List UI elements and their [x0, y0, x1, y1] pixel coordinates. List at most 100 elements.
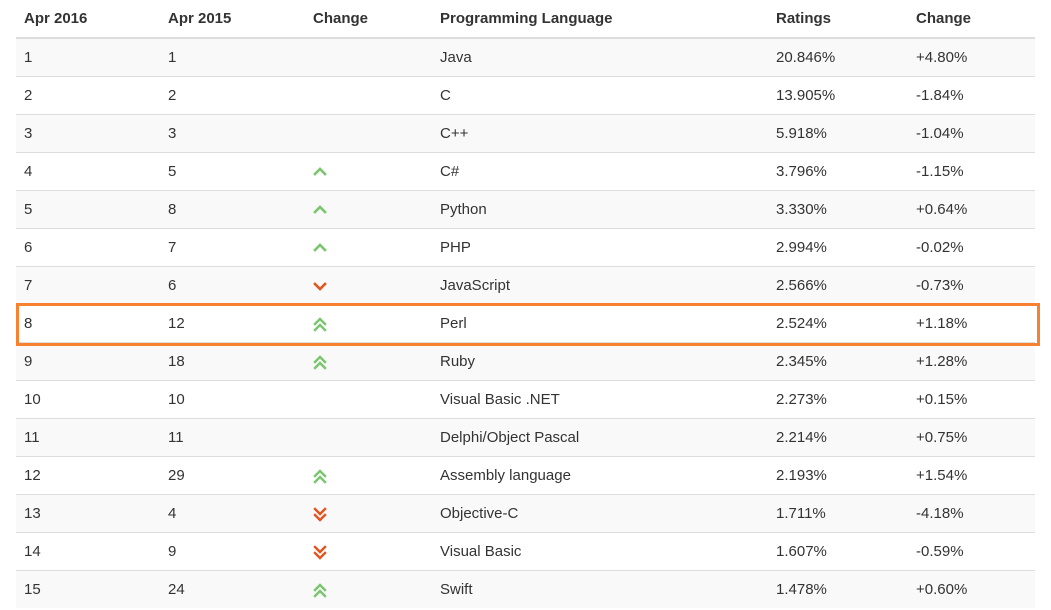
- language-ranking-table: Apr 2016 Apr 2015 Change Programming Lan…: [16, 0, 1035, 608]
- rating-cell: 13.905%: [768, 76, 908, 115]
- col-header-change-trend[interactable]: Change: [305, 0, 432, 39]
- table-row[interactable]: 7 6 JavaScript 2.566% -0.73%: [16, 266, 1035, 305]
- rank-2016-cell: 3: [16, 114, 160, 153]
- trend-cell: [305, 76, 432, 115]
- rating-cell: 2.193%: [768, 456, 908, 495]
- language-cell: C++: [432, 114, 768, 153]
- chevron-down-icon: [313, 282, 327, 291]
- rank-2016-cell: 14: [16, 532, 160, 571]
- rank-2015-cell: 9: [160, 532, 305, 571]
- col-header-apr-2015[interactable]: Apr 2015: [160, 0, 305, 39]
- table-row-highlighted[interactable]: 8 12 Perl 2.524% +1.18%: [16, 304, 1035, 343]
- rating-cell: 2.214%: [768, 418, 908, 457]
- trend-cell: [305, 228, 432, 267]
- rank-2016-cell: 4: [16, 152, 160, 191]
- rank-2015-cell: 12: [160, 304, 305, 343]
- language-cell: Java: [432, 37, 768, 77]
- rating-cell: 3.796%: [768, 152, 908, 191]
- rating-cell: 20.846%: [768, 37, 908, 77]
- table-row[interactable]: 13 4 Objective-C 1.711% -4.18%: [16, 494, 1035, 533]
- table-row[interactable]: 3 3 C++ 5.918% -1.04%: [16, 114, 1035, 153]
- trend-cell: [305, 342, 432, 381]
- change-cell: +0.15%: [908, 380, 1035, 419]
- rank-2016-cell: 1: [16, 37, 160, 77]
- rank-2015-cell: 1: [160, 37, 305, 77]
- rank-2015-cell: 5: [160, 152, 305, 191]
- rank-2016-cell: 11: [16, 418, 160, 457]
- double-chevron-down-icon: [313, 545, 327, 560]
- double-chevron-up-icon: [313, 355, 327, 370]
- table-row[interactable]: 15 24 Swift 1.478% +0.60%: [16, 570, 1035, 608]
- trend-cell: [305, 570, 432, 608]
- double-chevron-down-icon: [313, 507, 327, 522]
- trend-cell: [305, 304, 432, 343]
- language-cell: Python: [432, 190, 768, 229]
- rank-2015-cell: 7: [160, 228, 305, 267]
- language-cell: Delphi/Object Pascal: [432, 418, 768, 457]
- table-body: 1 1 Java 20.846% +4.80% 2 2 C 13.905% -1…: [16, 37, 1035, 608]
- change-cell: -4.18%: [908, 494, 1035, 533]
- table-row[interactable]: 11 11 Delphi/Object Pascal 2.214% +0.75%: [16, 418, 1035, 457]
- change-cell: +1.54%: [908, 456, 1035, 495]
- double-chevron-up-icon: [313, 583, 327, 598]
- language-cell: Visual Basic: [432, 532, 768, 571]
- change-cell: +0.60%: [908, 570, 1035, 608]
- header-row: Apr 2016 Apr 2015 Change Programming Lan…: [16, 0, 1035, 39]
- trend-cell: [305, 37, 432, 77]
- trend-cell: [305, 456, 432, 495]
- table-row[interactable]: 4 5 C# 3.796% -1.15%: [16, 152, 1035, 191]
- chevron-up-icon: [313, 243, 327, 252]
- change-cell: +0.64%: [908, 190, 1035, 229]
- change-cell: -0.02%: [908, 228, 1035, 267]
- trend-cell: [305, 190, 432, 229]
- table-row[interactable]: 12 29 Assembly language 2.193% +1.54%: [16, 456, 1035, 495]
- change-cell: -1.15%: [908, 152, 1035, 191]
- change-cell: -1.84%: [908, 76, 1035, 115]
- table-row[interactable]: 10 10 Visual Basic .NET 2.273% +0.15%: [16, 380, 1035, 419]
- table-row[interactable]: 5 8 Python 3.330% +0.64%: [16, 190, 1035, 229]
- language-cell: JavaScript: [432, 266, 768, 305]
- change-cell: -1.04%: [908, 114, 1035, 153]
- chevron-up-icon: [313, 205, 327, 214]
- rank-2015-cell: 6: [160, 266, 305, 305]
- col-header-ratings[interactable]: Ratings: [768, 0, 908, 39]
- change-cell: +1.18%: [908, 304, 1035, 343]
- rank-2016-cell: 5: [16, 190, 160, 229]
- rating-cell: 2.566%: [768, 266, 908, 305]
- col-header-language[interactable]: Programming Language: [432, 0, 768, 39]
- rank-2015-cell: 29: [160, 456, 305, 495]
- rating-cell: 2.273%: [768, 380, 908, 419]
- trend-cell: [305, 152, 432, 191]
- col-header-apr-2016[interactable]: Apr 2016: [16, 0, 160, 39]
- change-cell: -0.59%: [908, 532, 1035, 571]
- trend-cell: [305, 418, 432, 457]
- table-row[interactable]: 14 9 Visual Basic 1.607% -0.59%: [16, 532, 1035, 571]
- table-row[interactable]: 9 18 Ruby 2.345% +1.28%: [16, 342, 1035, 381]
- language-cell: Objective-C: [432, 494, 768, 533]
- rank-2015-cell: 3: [160, 114, 305, 153]
- rating-cell: 2.524%: [768, 304, 908, 343]
- rank-2016-cell: 10: [16, 380, 160, 419]
- table-row[interactable]: 1 1 Java 20.846% +4.80%: [16, 37, 1035, 77]
- table-header: Apr 2016 Apr 2015 Change Programming Lan…: [16, 0, 1035, 39]
- table-row[interactable]: 2 2 C 13.905% -1.84%: [16, 76, 1035, 115]
- double-chevron-up-icon: [313, 317, 327, 332]
- rank-2015-cell: 18: [160, 342, 305, 381]
- trend-cell: [305, 266, 432, 305]
- language-cell: C: [432, 76, 768, 115]
- rank-2015-cell: 24: [160, 570, 305, 608]
- rating-cell: 1.478%: [768, 570, 908, 608]
- trend-cell: [305, 380, 432, 419]
- col-header-change[interactable]: Change: [908, 0, 1035, 39]
- chevron-up-icon: [313, 167, 327, 176]
- trend-cell: [305, 494, 432, 533]
- rank-2016-cell: 7: [16, 266, 160, 305]
- double-chevron-up-icon: [313, 469, 327, 484]
- change-cell: +1.28%: [908, 342, 1035, 381]
- rating-cell: 2.345%: [768, 342, 908, 381]
- ranking-table-container: Apr 2016 Apr 2015 Change Programming Lan…: [16, 0, 1040, 608]
- table-row[interactable]: 6 7 PHP 2.994% -0.02%: [16, 228, 1035, 267]
- rating-cell: 3.330%: [768, 190, 908, 229]
- language-cell: Ruby: [432, 342, 768, 381]
- rating-cell: 1.607%: [768, 532, 908, 571]
